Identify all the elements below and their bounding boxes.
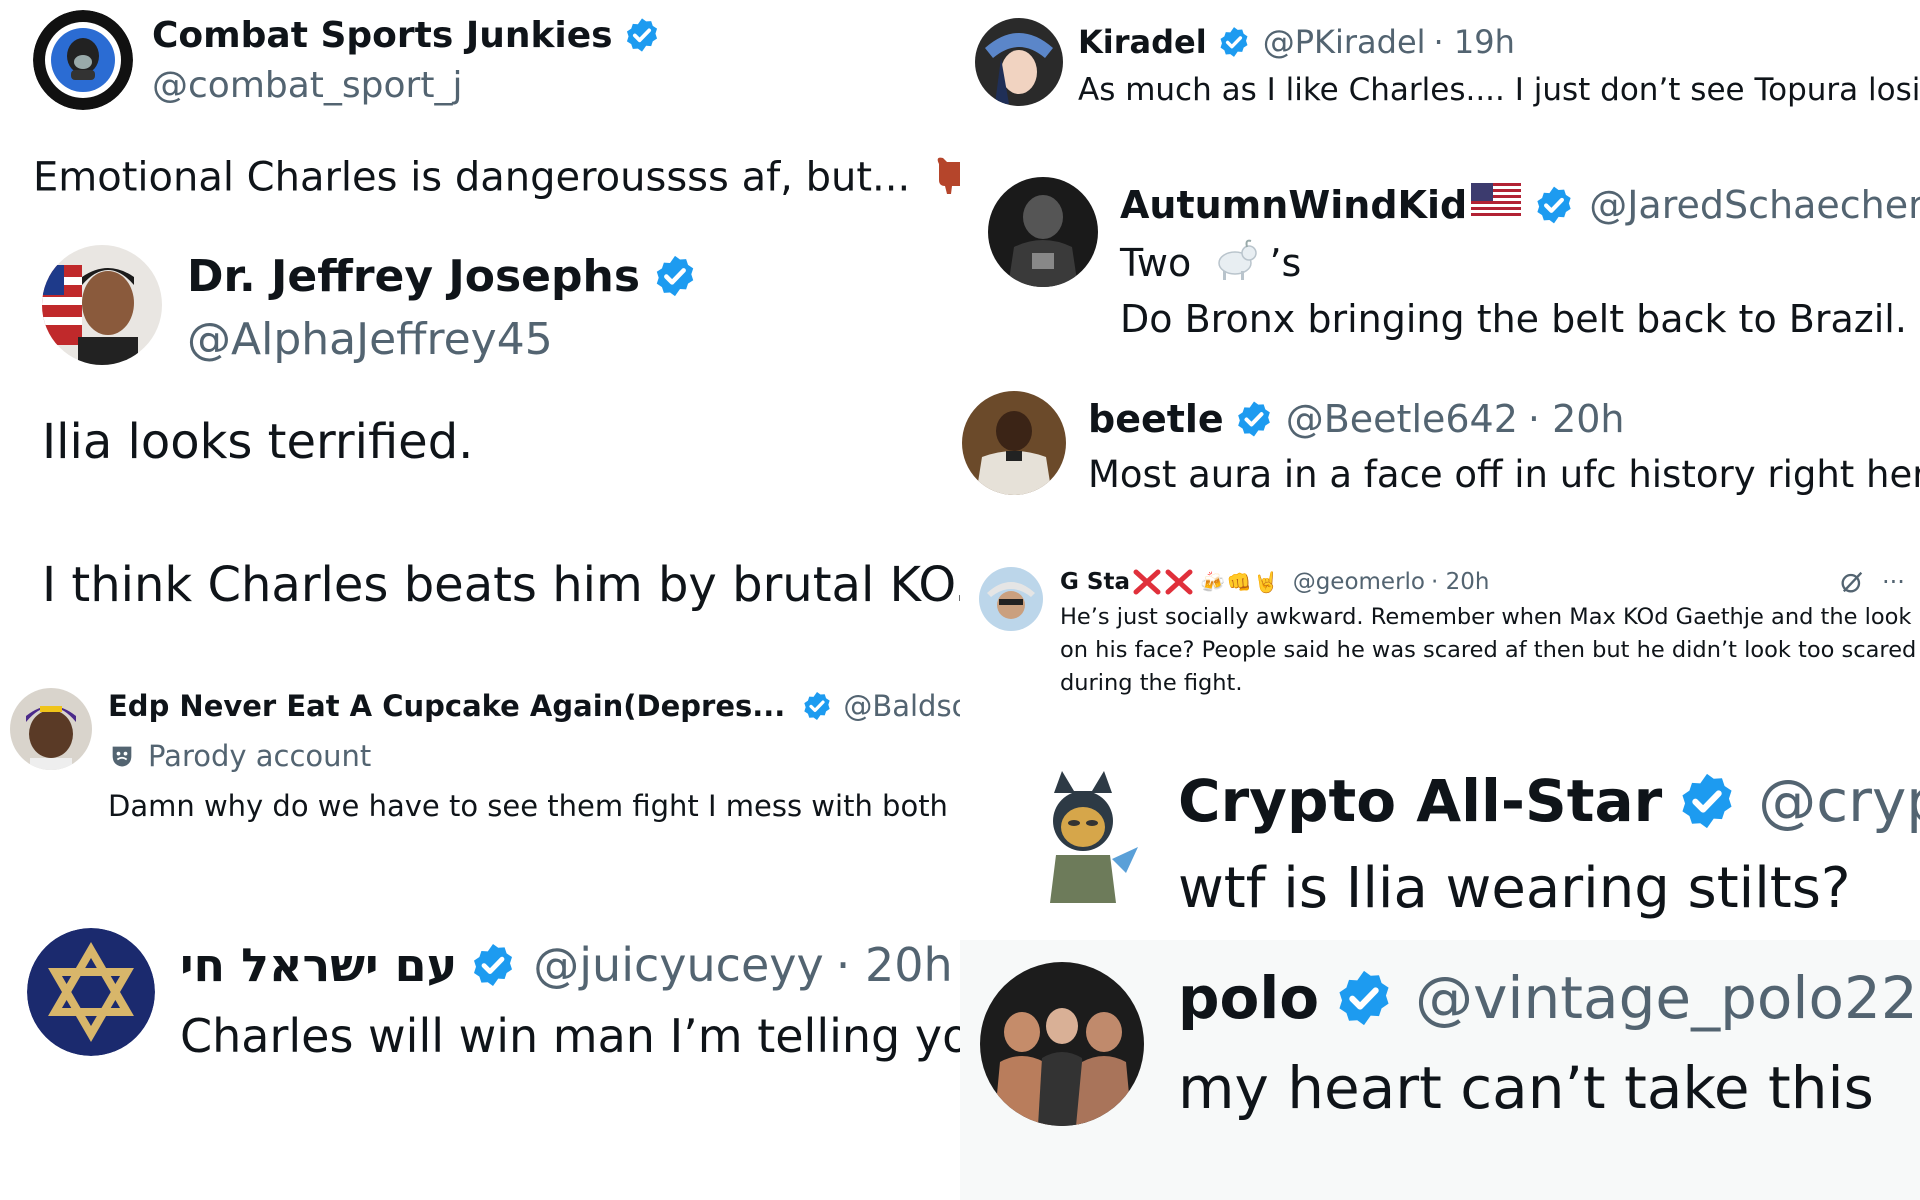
author-handle[interactable]: @AlphaJeffrey45 <box>187 314 553 365</box>
avatar-autumnwindkid[interactable] <box>988 177 1098 287</box>
avatar-crypto-all-star[interactable] <box>1008 763 1158 913</box>
verified-badge-icon <box>801 690 833 722</box>
author-handle[interactable]: @JaredSchaecher <box>1589 183 1920 227</box>
avatar-g-sta[interactable] <box>979 567 1043 631</box>
name-emojis: 🍻👊🤘 <box>1199 570 1281 594</box>
post-text: my heart can’t take this <box>1178 1054 1874 1122</box>
post-text: As much as I like Charles.... I just don… <box>1078 72 1920 108</box>
post-text-line-1-a: Two <box>1120 241 1192 285</box>
post-text-line-1: He’s just socially awkward. Remember whe… <box>1060 604 1912 630</box>
post-text: wtf is Ilia wearing stilts? <box>1178 856 1851 921</box>
goat-emoji-icon <box>1211 237 1258 294</box>
post-jeffrey-josephs[interactable]: Dr. Jeffrey Josephs @AlphaJeffrey45 Ilia… <box>0 225 960 655</box>
post-text: Charles will win man I’m telling you <box>180 1009 960 1063</box>
author-name[interactable]: Kiradel <box>1078 23 1207 61</box>
author-name[interactable]: עם ישראל חי <box>180 938 457 992</box>
avatar-combat-sports-junkies[interactable] <box>33 10 133 110</box>
post-am-israel-chai[interactable]: עם ישראל חי @juicyuceyy · 20h Charles wi… <box>0 910 960 1080</box>
author-name[interactable]: Combat Sports Junkies <box>152 15 613 56</box>
post-text-line-1-b: ’s <box>1269 241 1302 285</box>
author-handle[interactable]: @BaldsonKe <box>843 689 960 723</box>
verified-badge-icon <box>1234 399 1274 439</box>
author-handle[interactable]: @Beetle642 <box>1286 397 1518 441</box>
grok-icon[interactable] <box>1838 568 1866 596</box>
author-handle[interactable]: @juicyuceyy <box>533 938 823 992</box>
post-timestamp[interactable]: · 20h <box>836 938 953 992</box>
x-mark-icon <box>1132 568 1162 596</box>
us-flag-icon <box>1471 182 1522 228</box>
post-timestamp[interactable]: · 19h <box>1434 23 1515 61</box>
verified-badge-icon <box>469 941 517 989</box>
avatar-am-israel-chai[interactable] <box>27 928 155 1056</box>
post-text-line-2: Do Bronx bringing the belt back to Brazi… <box>1120 297 1907 341</box>
avatar-jeffrey-josephs[interactable] <box>42 245 162 365</box>
bull-emoji-icon <box>933 150 960 209</box>
author-handle[interactable]: @vintage_polo22 <box>1415 964 1918 1032</box>
verified-badge-icon <box>1217 25 1251 59</box>
post-text: Most aura in a face off in ufc history r… <box>1088 453 1920 496</box>
post-text-line-2: on his face? People said he was scared a… <box>1060 637 1917 663</box>
avatar-edp[interactable] <box>10 688 92 770</box>
post-crypto-all-star[interactable]: Crypto All-Star @crypt wtf is Ilia weari… <box>960 745 1920 935</box>
verified-badge-icon <box>1533 184 1575 226</box>
verified-badge-icon <box>652 253 698 299</box>
author-name[interactable]: AutumnWindKid <box>1120 183 1467 227</box>
parody-account-label: Parody account <box>148 739 372 773</box>
post-g-sta[interactable]: G Sta 🍻👊🤘 @geomerlo · 20h ··· He’s just … <box>960 555 1920 705</box>
post-text-line-1: Ilia looks terrified. <box>42 414 474 470</box>
avatar-beetle[interactable] <box>962 391 1066 495</box>
author-name[interactable]: G Sta <box>1060 569 1130 595</box>
author-name[interactable]: Edp Never Eat A Cupcake Again(Depres... <box>108 689 785 723</box>
author-handle[interactable]: @geomerlo <box>1293 569 1425 595</box>
post-text: Damn why do we have to see them fight I … <box>108 789 948 823</box>
post-text-line-3: during the fight. <box>1060 670 1243 696</box>
post-kiradel[interactable]: Kiradel @PKiradel · 19h As much as I lik… <box>960 0 1920 130</box>
post-autumnwindkid[interactable]: AutumnWindKid @JaredSchaecher Two ’s Do … <box>960 165 1920 365</box>
author-name[interactable]: polo <box>1178 964 1319 1032</box>
post-text: Emotional Charles is dangeroussss af, bu… <box>33 154 911 201</box>
author-handle[interactable]: @combat_sport_j <box>152 65 462 106</box>
author-handle[interactable]: @crypt <box>1758 767 1920 835</box>
post-text-line-2: I think Charles beats him by brutal KO. <box>42 557 960 613</box>
author-name[interactable]: Crypto All-Star <box>1178 767 1662 835</box>
post-combat-sports-junkies[interactable]: Combat Sports Junkies @combat_sport_j Em… <box>0 0 960 225</box>
more-icon[interactable]: ··· <box>1882 568 1905 596</box>
parody-mask-icon <box>108 742 136 770</box>
avatar-polo[interactable] <box>980 962 1144 1126</box>
author-name[interactable]: Dr. Jeffrey Josephs <box>187 251 640 302</box>
post-edp[interactable]: Edp Never Eat A Cupcake Again(Depres... … <box>0 670 960 840</box>
author-handle[interactable]: @PKiradel <box>1263 23 1426 61</box>
verified-badge-icon <box>1333 967 1395 1029</box>
avatar-kiradel[interactable] <box>975 18 1063 106</box>
verified-badge-icon <box>623 16 661 54</box>
post-timestamp[interactable]: · 20h <box>1528 397 1625 441</box>
post-polo[interactable]: polo @vintage_polo22 · my heart can’t ta… <box>960 940 1920 1200</box>
post-timestamp[interactable]: · 20h <box>1431 569 1489 595</box>
author-name[interactable]: beetle <box>1088 397 1224 441</box>
post-beetle[interactable]: beetle @Beetle642 · 20h Most aura in a f… <box>960 385 1920 510</box>
x-mark-icon <box>1164 568 1194 596</box>
verified-badge-icon <box>1676 770 1738 832</box>
